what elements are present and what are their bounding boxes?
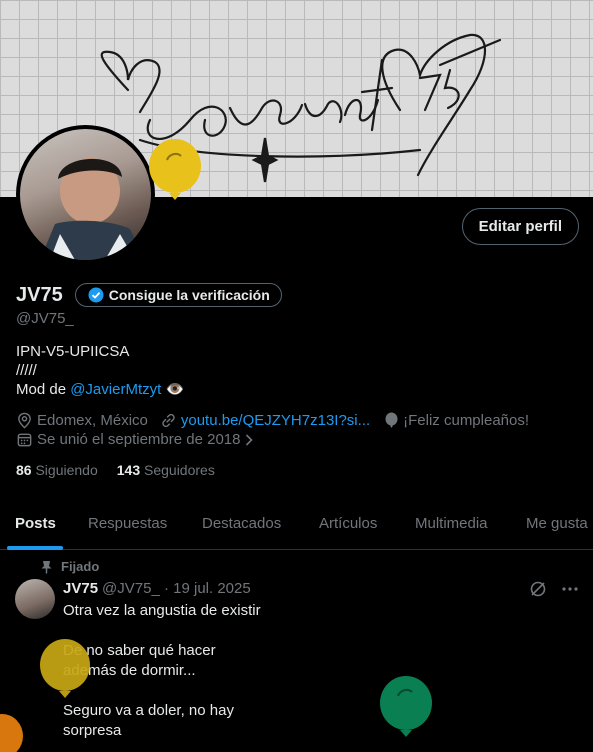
location-text: Edomex, México [37, 412, 148, 429]
bio-mod-prefix: Mod de [16, 381, 71, 398]
tab-posts[interactable]: Posts [15, 497, 56, 550]
post-author-avatar[interactable] [15, 579, 55, 619]
pinned-indicator: Fijado [40, 559, 99, 574]
bio-line-2: ///// [16, 362, 37, 379]
following-link[interactable]: 86 Siguiendo [16, 462, 98, 478]
followers-count: 143 [116, 462, 141, 478]
follow-stats: 86 Siguiendo 143 Seguidores [16, 462, 215, 478]
profile-avatar[interactable] [16, 125, 155, 264]
tab-media[interactable]: Multimedia [415, 497, 488, 550]
profile-name-row: JV75 Consigue la verificación [16, 283, 282, 307]
post-handle-date[interactable]: @JV75_ · 19 jul. 2025 [102, 580, 251, 597]
grok-icon[interactable] [529, 580, 547, 598]
pinned-label: Fijado [61, 559, 100, 574]
followers-link[interactable]: 143 Seguidores [117, 462, 215, 478]
edit-profile-button[interactable]: Editar perfil [461, 208, 579, 245]
birthday-text: ¡Feliz cumpleaños! [403, 412, 530, 429]
post-header: JV75 @JV75_ · 19 jul. 2025 [63, 580, 251, 597]
joined-row: Se unió el septiembre de 2018 [16, 431, 254, 448]
get-verified-label: Consigue la verificación [108, 287, 270, 303]
active-tab-indicator [7, 546, 63, 550]
post-actions [529, 580, 579, 598]
profile-meta-row: Edomex, México youtu.be/QEJZYH7z13I?si..… [16, 412, 529, 429]
profile-handle: @JV75_ [16, 310, 74, 327]
display-name: JV75 [16, 283, 63, 306]
birthday-item: ¡Feliz cumpleaños! [384, 412, 529, 429]
verified-badge-icon [88, 287, 104, 303]
post-body: Otra vez la angustia de existir De no sa… [63, 601, 263, 752]
post-line-3: Seguro va a doler, no hay sorpresa [63, 702, 234, 739]
website-link[interactable]: youtu.be/QEJZYH7z13I?si... [181, 412, 370, 429]
balloon-yellow-icon [40, 639, 90, 698]
balloon-yellow-icon [149, 139, 201, 200]
pin-icon [41, 560, 52, 573]
link-icon [162, 413, 175, 428]
website-item[interactable]: youtu.be/QEJZYH7z13I?si... [160, 412, 370, 429]
location-item: Edomex, México [16, 412, 148, 429]
tab-replies[interactable]: Respuestas [88, 497, 167, 550]
chevron-right-icon [246, 433, 254, 446]
eye-emoji-icon: 👁️ [165, 381, 185, 398]
joined-item[interactable]: Se unió el septiembre de 2018 [16, 431, 254, 448]
balloon-green-icon [380, 676, 432, 737]
tab-likes[interactable]: Me gusta [526, 497, 588, 550]
post-author-name[interactable]: JV75 [63, 580, 98, 597]
bio-mention-link[interactable]: @JavierMtzyt [70, 381, 161, 398]
location-pin-icon [18, 412, 31, 429]
bio-line-1: IPN-V5-UPIICSA [16, 343, 130, 360]
get-verified-button[interactable]: Consigue la verificación [74, 283, 282, 307]
tab-highlights[interactable]: Destacados [202, 497, 281, 550]
following-count: 86 [16, 462, 32, 478]
following-label: Siguiendo [35, 462, 98, 478]
profile-bio: IPN-V5-UPIICSA ///// Mod de @JavierMtzyt… [16, 342, 184, 399]
post-line-2: De no saber qué hacer además de dormir..… [63, 642, 216, 679]
profile-photo [20, 129, 151, 260]
bio-line-3: Mod de @JavierMtzyt 👁️ [16, 380, 184, 399]
balloon-orange-icon [0, 714, 23, 752]
calendar-icon [17, 433, 32, 447]
birthday-balloon-icon [385, 412, 398, 428]
more-options-icon[interactable] [561, 580, 579, 598]
tab-articles[interactable]: Artículos [319, 497, 377, 550]
followers-label: Seguidores [144, 462, 215, 478]
profile-tabs: Posts Respuestas Destacados Artículos Mu… [0, 497, 593, 550]
joined-text: Se unió el septiembre de 2018 [37, 431, 241, 448]
post-line-1: Otra vez la angustia de existir [63, 602, 261, 619]
